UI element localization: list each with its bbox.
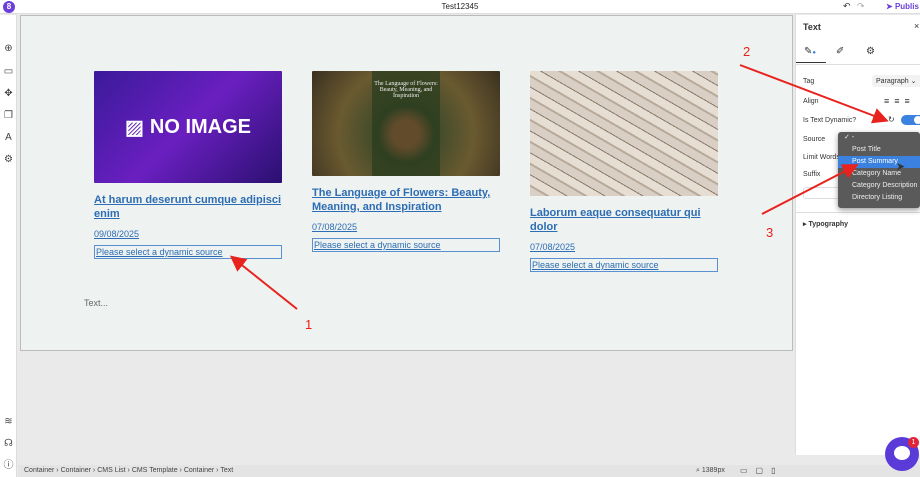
panel-title: Text <box>803 22 821 32</box>
chat-icon <box>894 446 910 460</box>
text-placeholder[interactable]: Text... <box>84 298 108 308</box>
dynamic-source-text[interactable]: Please select a dynamic source <box>530 258 718 272</box>
layers-icon[interactable]: ≋ <box>3 416 14 427</box>
breadcrumb-item[interactable]: Container <box>184 467 214 474</box>
device-toggle-icons[interactable]: ▭▢▯ <box>740 466 784 475</box>
support-icon[interactable]: ☊ <box>3 438 14 449</box>
refresh-icon[interactable]: ↻ <box>888 115 895 124</box>
info-icon[interactable]: ⓘ <box>3 460 14 471</box>
notification-badge: 1 <box>908 437 919 448</box>
settings-icon[interactable]: ⚙ <box>3 154 14 165</box>
image-text: NO IMAGE <box>149 115 252 138</box>
dynamic-source-text[interactable]: Please select a dynamic source <box>94 245 282 259</box>
design-canvas[interactable]: ▨ NO IMAGE At harum deserunt cumque adipi… <box>20 15 793 351</box>
typography-section[interactable]: ▸ Typography <box>803 220 848 228</box>
undo-icon[interactable]: ↶ <box>843 1 851 12</box>
card-title[interactable]: The Language of Flowers: Beauty, Meaning… <box>312 186 500 214</box>
mouse-cursor-icon: ➤ <box>896 161 906 173</box>
cms-card[interactable]: ▨ NO IMAGE At harum deserunt cumque adipi… <box>94 71 282 259</box>
dropdown-option[interactable]: Category Description <box>838 180 920 192</box>
properties-panel: Text × ✎● ✐ ⚙ Tag Paragraph ⌄ Align ≡≡≡ … <box>795 15 920 455</box>
card-date: 07/08/2025 <box>530 242 576 252</box>
dropdown-option[interactable]: Directory Listing <box>838 192 920 204</box>
breadcrumb: Container › Container › CMS List › CMS T… <box>24 467 234 474</box>
card-title[interactable]: At harum deserunt cumque adipisci enim <box>94 193 282 221</box>
dropdown-option[interactable]: Post Title <box>838 144 920 156</box>
tag-value: Paragraph <box>876 78 909 85</box>
option-label: - <box>851 134 855 141</box>
dynamic-toggle[interactable] <box>901 115 920 125</box>
limit-words-label: Limit Words <box>803 154 840 161</box>
dynamic-source-text[interactable]: Please select a dynamic source <box>312 238 500 252</box>
breadcrumb-item[interactable]: Text <box>220 467 233 474</box>
status-bar: Container › Container › CMS List › CMS T… <box>18 465 920 477</box>
card-title[interactable]: Laborum eaque consequatur qui dolor <box>530 206 718 234</box>
typography-icon[interactable]: A <box>3 132 14 143</box>
card-date: 09/08/2025 <box>94 229 140 239</box>
no-image-icon: ▨ <box>124 116 144 139</box>
card-image <box>530 71 718 196</box>
align-label: Align <box>803 98 819 105</box>
divider <box>796 212 920 213</box>
document-title: Test12345 <box>441 2 479 11</box>
publish-label: Publis <box>894 2 919 11</box>
cms-card[interactable]: Laborum eaque consequatur qui dolor 07/0… <box>530 71 718 272</box>
left-toolbar: ⊕ ▭ ✥ ❐ A ⚙ ≋ ☊ ⓘ <box>0 15 17 477</box>
image-text: The Language of Flowers: Beauty, Meaning… <box>372 71 440 176</box>
redo-icon[interactable]: ↷ <box>857 1 865 12</box>
suffix-label: Suffix <box>803 171 821 178</box>
dropdown-option[interactable]: Category Name <box>838 168 920 180</box>
source-dropdown[interactable]: ✓ - Post Title Post Summary Category Nam… <box>838 132 920 208</box>
components-icon[interactable]: ✥ <box>3 88 14 99</box>
edit-tab-icon[interactable]: ✎● <box>804 46 816 57</box>
dropdown-option[interactable]: ✓ - <box>838 132 920 144</box>
breadcrumb-item[interactable]: CMS Template <box>132 467 178 474</box>
breadcrumb-item[interactable]: CMS List <box>97 467 125 474</box>
add-icon[interactable]: ⊕ <box>3 43 14 54</box>
zoom-value: 1389px <box>701 467 725 474</box>
chat-button[interactable]: 1 <box>885 437 919 471</box>
pages-icon[interactable]: ❐ <box>3 110 14 121</box>
zoom-readout[interactable]: ⌕ 1389px <box>696 467 725 475</box>
source-label: Source <box>803 136 826 143</box>
cms-card[interactable]: The Language of Flowers: Beauty, Meaning… <box>312 71 500 252</box>
typography-label: Typography <box>808 221 849 228</box>
top-bar: 8 Test12345 ↶ ↷ ➤ Publis <box>0 0 920 14</box>
divider <box>796 64 920 65</box>
settings-tab-icon[interactable]: ⚙ <box>866 46 875 57</box>
card-image: ▨ NO IMAGE <box>94 71 282 183</box>
dynamic-label: Is Text Dynamic? <box>803 117 857 124</box>
style-tab-icon[interactable]: ✐ <box>836 46 844 57</box>
section-icon[interactable]: ▭ <box>3 66 14 77</box>
publish-button[interactable]: ➤ Publis <box>886 2 919 11</box>
card-date: 07/08/2025 <box>312 222 358 232</box>
active-tab-indicator <box>796 62 826 63</box>
tag-label: Tag <box>803 78 815 85</box>
breadcrumb-item[interactable]: Container <box>24 467 54 474</box>
tag-select[interactable]: Paragraph ⌄ <box>872 75 920 87</box>
breadcrumb-item[interactable]: Container <box>61 467 91 474</box>
card-image: The Language of Flowers: Beauty, Meaning… <box>312 71 500 176</box>
dropdown-option-selected[interactable]: Post Summary <box>838 156 920 168</box>
close-icon[interactable]: × <box>914 21 919 31</box>
align-buttons[interactable]: ≡≡≡ <box>884 96 915 106</box>
